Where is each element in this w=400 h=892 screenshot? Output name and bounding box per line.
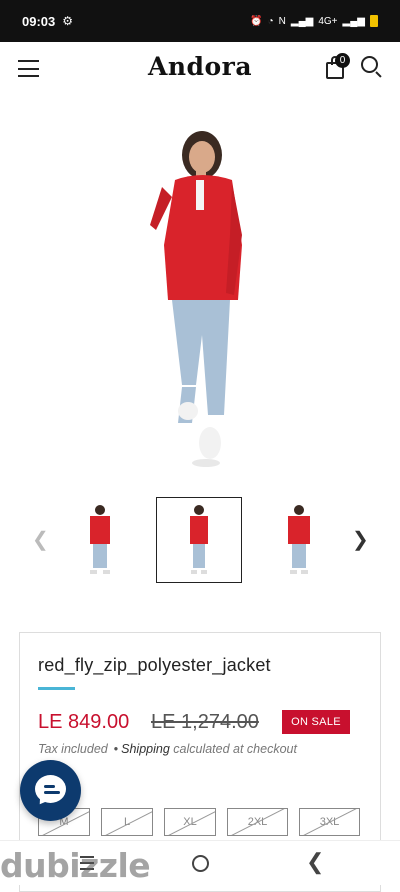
alarm-icon: ⏰	[250, 15, 263, 27]
recent-apps-icon[interactable]	[80, 856, 94, 870]
back-icon[interactable]: ❮	[306, 849, 324, 875]
chevron-right-icon[interactable]: ❯	[352, 527, 369, 552]
status-time: 09:03	[22, 13, 56, 29]
nfc-icon: N	[278, 15, 286, 27]
bullet-separator: •	[113, 742, 119, 756]
on-sale-badge: ON SALE	[282, 710, 350, 734]
thumbnail-1[interactable]	[57, 497, 143, 583]
title-accent-line	[38, 687, 75, 690]
product-title: red_fly_zip_polyester_jacket	[38, 655, 271, 675]
cart-count-badge: 0	[335, 53, 350, 68]
size-option-2xl[interactable]: 2XL	[227, 808, 288, 836]
chat-button[interactable]	[20, 760, 81, 821]
status-bar: 09:03 ⚙ ⏰ ◔ N ▂▄▆ 4G+ ▂▄▆	[0, 0, 400, 42]
network-type: 4G+	[318, 15, 338, 27]
size-option-xl[interactable]: XL	[164, 808, 216, 836]
shipping-suffix-text: calculated at checkout	[173, 742, 297, 756]
home-icon[interactable]	[192, 855, 209, 872]
size-option-3xl[interactable]: 3XL	[299, 808, 360, 836]
product-main-image[interactable]	[120, 125, 280, 470]
thumbnail-2[interactable]	[156, 497, 242, 583]
sale-price: LE 849.00	[38, 711, 130, 733]
search-icon[interactable]	[361, 56, 383, 78]
battery-icon	[370, 15, 378, 27]
tax-shipping-note: Tax included • Shipping calculated at chec…	[38, 742, 297, 756]
cart-button[interactable]: 0	[325, 53, 350, 80]
signal-2-icon: ▂▄▆	[342, 15, 365, 27]
size-selector: M L XL 2XL 3XL	[38, 808, 360, 836]
size-option-l[interactable]: L	[101, 808, 153, 836]
compare-price: LE 1,274.00	[151, 711, 259, 733]
thumbnail-3[interactable]	[256, 497, 342, 583]
android-nav-bar: ❮	[0, 840, 400, 885]
thumbnail-carousel: ❮ ❯	[0, 497, 400, 585]
settings-icon: ⚙	[62, 14, 74, 28]
status-icons: ⏰ ◔ N ▂▄▆ 4G+ ▂▄▆	[250, 15, 378, 27]
shipping-link[interactable]: Shipping	[121, 742, 170, 756]
signal-icon: ▂▄▆	[290, 15, 314, 27]
tax-included-text: Tax included	[38, 742, 108, 756]
site-header: Andora 0	[0, 42, 400, 100]
menu-icon[interactable]	[18, 60, 39, 77]
sync-icon: ◔	[267, 15, 274, 27]
chevron-left-icon[interactable]: ❮	[32, 527, 49, 552]
